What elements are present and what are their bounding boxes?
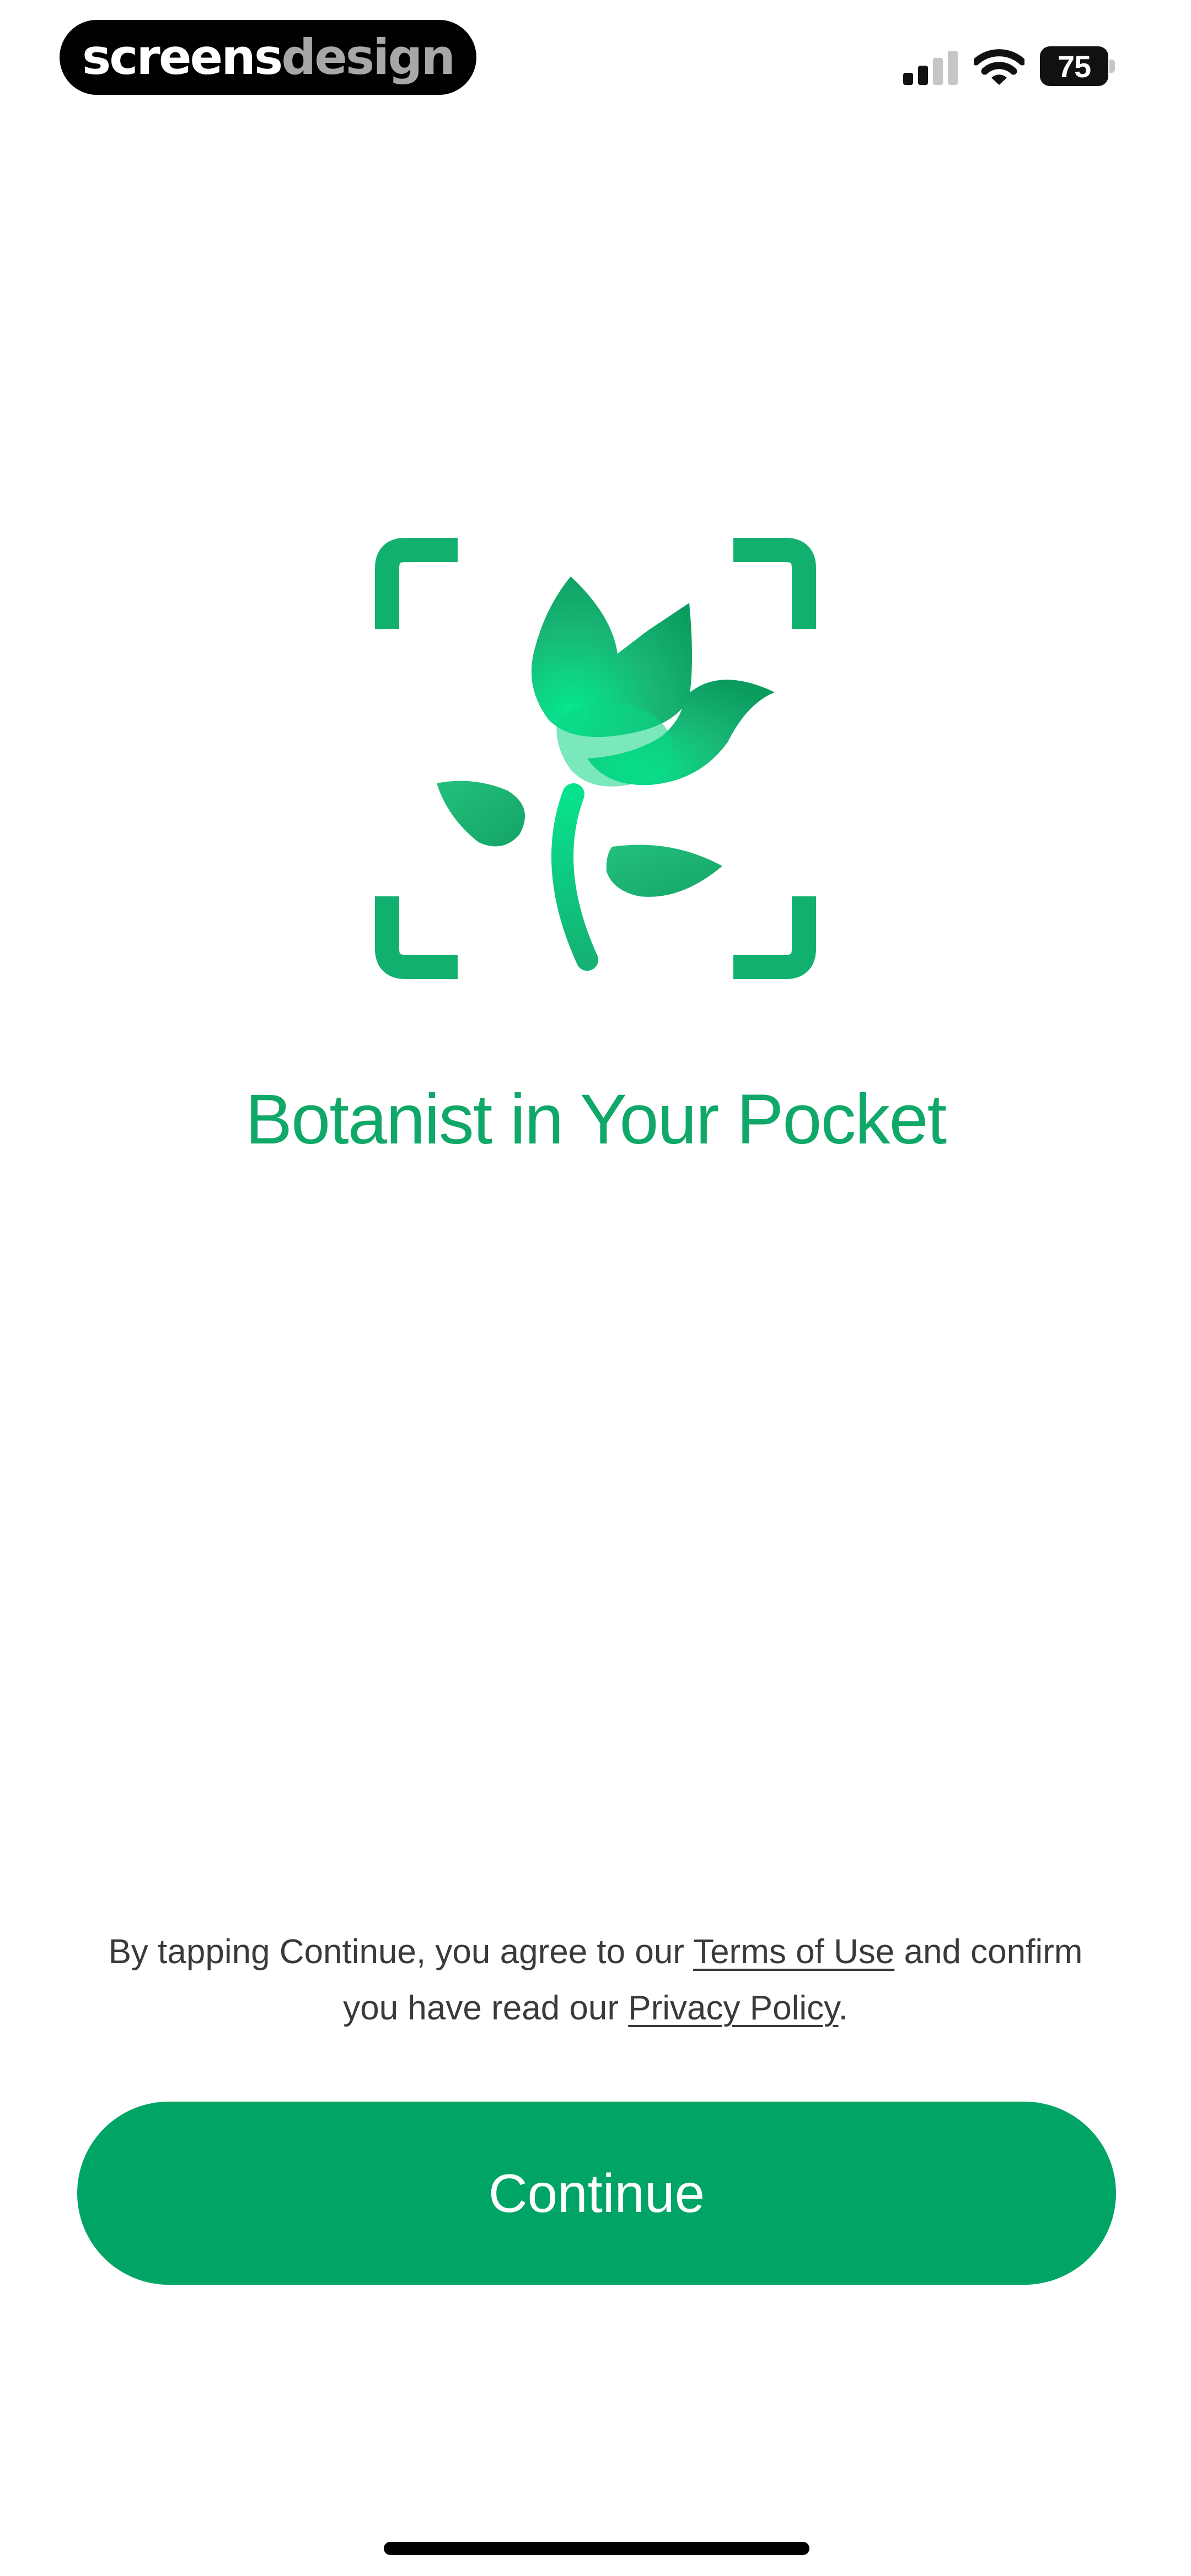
battery-level: 75 <box>1040 46 1108 86</box>
legal-prefix: By tapping Continue, you agree to our <box>109 1933 693 1971</box>
terms-of-use-link[interactable]: Terms of Use <box>693 1933 894 1971</box>
status-bar: screensdesign 75 <box>0 0 1191 121</box>
screensdesign-watermark: screensdesign <box>60 20 476 95</box>
watermark-part-2: design <box>281 33 454 82</box>
battery-tip <box>1109 60 1115 73</box>
wifi-icon <box>974 47 1024 86</box>
home-indicator[interactable] <box>384 2542 809 2555</box>
battery-indicator: 75 <box>1040 46 1117 86</box>
signal-bars-icon <box>903 51 958 85</box>
privacy-policy-link[interactable]: Privacy Policy <box>628 1989 838 2027</box>
legal-suffix: . <box>839 1989 848 2027</box>
app-title: Botanist in Your Pocket <box>0 1081 1191 1159</box>
legal-disclaimer: By tapping Continue, you agree to our Te… <box>99 1924 1092 2037</box>
continue-button[interactable]: Continue <box>77 2102 1116 2285</box>
watermark-part-1: screens <box>82 33 281 82</box>
plant-scan-icon <box>375 538 816 979</box>
